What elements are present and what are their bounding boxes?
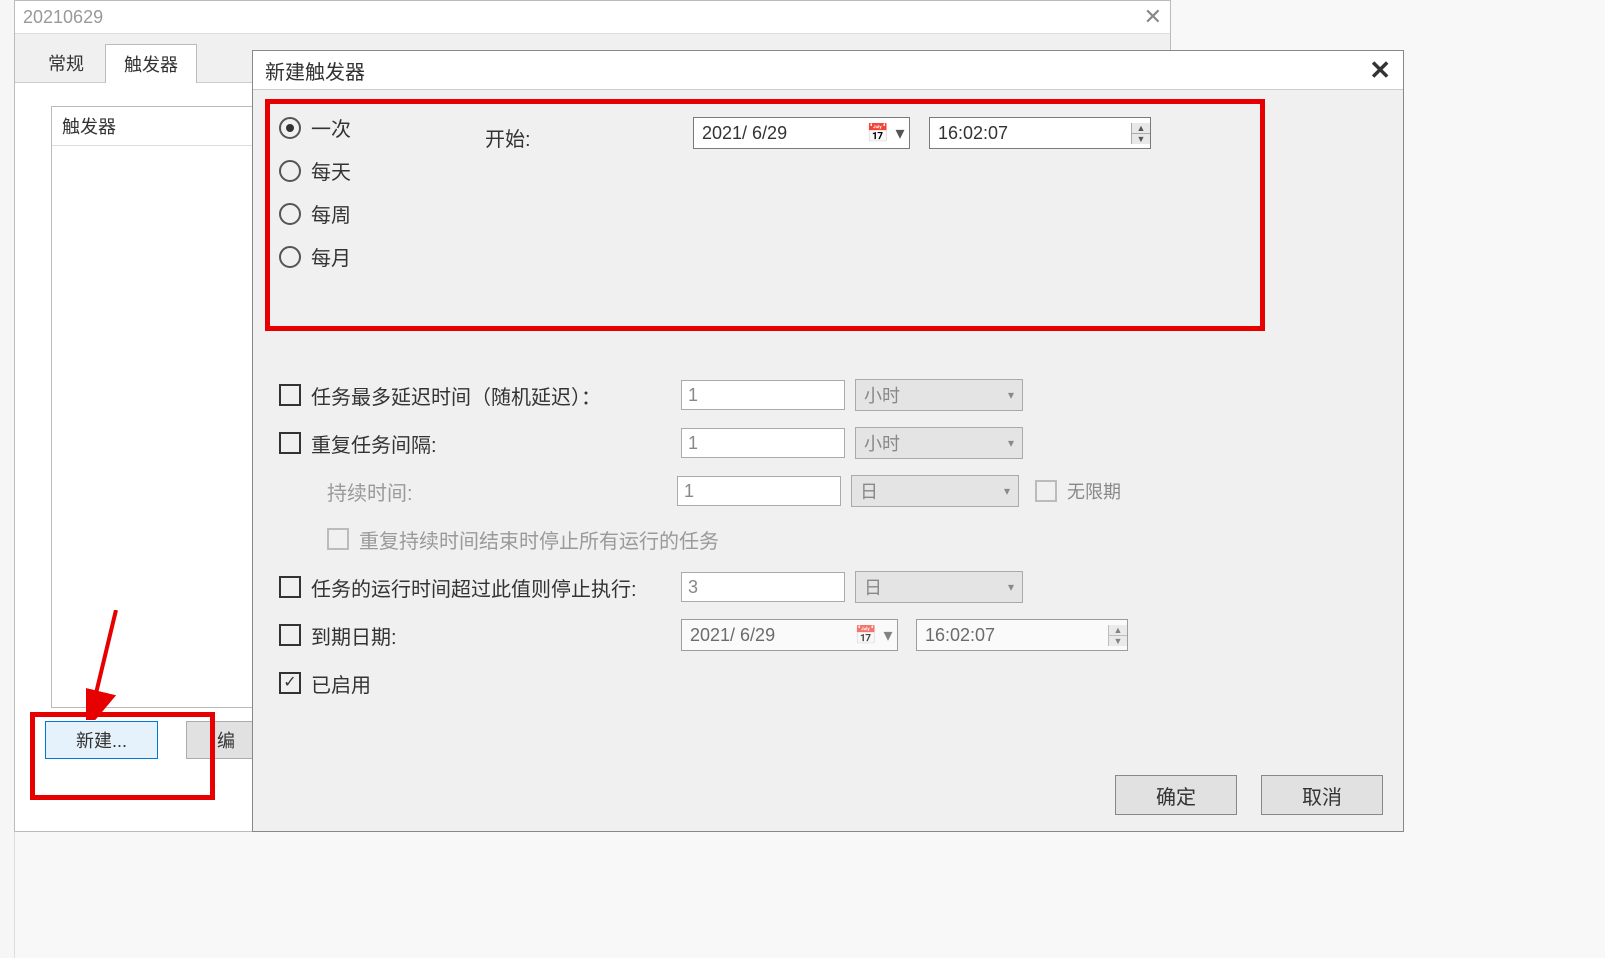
chevron-down-icon: ▾ [1004,484,1010,498]
close-icon[interactable]: ✕ [1369,55,1391,86]
start-date-input[interactable]: 2021/ 6/29 📅 ▾ [693,117,910,149]
annotation-arrow-icon [86,610,126,720]
checkbox-stop-at-end[interactable] [327,528,349,550]
chevron-down-icon: ▾ [1008,388,1014,402]
annotation-highlight-new [30,712,215,800]
radio-icon [279,117,301,139]
opt-random-delay: 任务最多延迟时间（随机延迟）： 1 小时 ▾ [279,371,1389,419]
start-label: 开始: [485,123,531,152]
expire-date-input[interactable]: 2021/ 6/29 📅 ▾ [681,619,898,651]
radio-weekly[interactable]: 每周 [279,199,351,228]
opt-stop-longer: 任务的运行时间超过此值则停止执行: 3 日▾ [279,563,1389,611]
radio-once[interactable]: 一次 [279,113,351,142]
ok-button[interactable]: 确定 [1115,775,1237,815]
opt-expire: 到期日期: 2021/ 6/29 📅 ▾ 16:02:07 ▲▼ [279,611,1389,659]
screen: 20210629 ✕ 常规 触发器 触发器 新建... 编 新建触发器 ✕ 一次… [0,0,1605,958]
time-value: 16:02:07 [930,123,1131,144]
opt-label: 任务最多延迟时间（随机延迟）： [311,381,681,410]
unlimited-label: 无限期 [1067,478,1121,504]
chevron-down-icon: ▾ [891,123,909,144]
checkbox-random-delay[interactable] [279,384,301,406]
unit-text: 小时 [864,430,900,456]
radio-label: 每天 [311,156,351,185]
parent-titlebar: 20210629 ✕ [15,1,1170,34]
opt-label: 已启用 [311,669,371,698]
chevron-down-icon: ▾ [1008,436,1014,450]
new-trigger-dialog: 新建触发器 ✕ 一次 每天 每周 每月 开始: 2021/ 6/29 📅 ▾ 1… [252,50,1404,832]
duration-unit[interactable]: 日▾ [851,475,1019,507]
chevron-down-icon: ▾ [879,625,897,646]
chevron-down-icon: ▾ [1008,580,1014,594]
unit-text: 日 [864,574,882,600]
checkbox-unlimited [1035,480,1057,502]
radio-icon [279,203,301,225]
unit-text: 小时 [864,382,900,408]
date-value: 2021/ 6/29 [694,123,865,144]
repeat-unit[interactable]: 小时 ▾ [855,427,1023,459]
radio-label: 每月 [311,242,351,271]
opt-stop-at-end: 重复持续时间结束时停止所有运行的任务 [279,515,1389,563]
opt-duration: 持续时间: 1 日▾ 无限期 [279,467,1389,515]
radio-icon [279,246,301,268]
spinner-icon[interactable]: ▲▼ [1108,625,1127,646]
opt-enabled: 已启用 [279,659,1389,707]
calendar-icon: 📅 [853,625,879,646]
left-edge-strip [0,0,15,958]
checkbox-repeat[interactable] [279,432,301,454]
radio-label: 每周 [311,199,351,228]
radio-monthly[interactable]: 每月 [279,242,351,271]
parent-title-text: 20210629 [23,7,103,28]
opt-label: 到期日期: [311,621,681,650]
opt-unlimited[interactable]: 无限期 [1035,478,1121,504]
expire-time-input[interactable]: 16:02:07 ▲▼ [916,619,1128,651]
stop-longer-unit[interactable]: 日▾ [855,571,1023,603]
radio-label: 一次 [311,113,351,142]
cancel-button[interactable]: 取消 [1261,775,1383,815]
stop-longer-value[interactable]: 3 [681,572,845,602]
checkbox-enabled[interactable] [279,672,301,694]
radio-daily[interactable]: 每天 [279,156,351,185]
new-trigger-title: 新建触发器 [265,56,365,85]
close-icon[interactable]: ✕ [1144,4,1162,30]
repeat-value[interactable]: 1 [681,428,845,458]
trigger-list-header: 触发器 [52,107,272,146]
opt-label: 重复任务间隔: [311,429,681,458]
schedule-radios: 一次 每天 每周 每月 [279,113,351,285]
checkbox-stop-longer[interactable] [279,576,301,598]
spinner-icon[interactable]: ▲▼ [1131,123,1150,144]
checkbox-expire[interactable] [279,624,301,646]
tab-triggers[interactable]: 触发器 [105,44,197,83]
opt-label: 持续时间: [327,477,677,506]
tab-general[interactable]: 常规 [29,43,103,82]
date-value: 2021/ 6/29 [682,625,853,646]
duration-value[interactable]: 1 [677,476,841,506]
random-delay-value[interactable]: 1 [681,380,845,410]
dialog-footer: 确定 取消 [1115,775,1383,815]
radio-icon [279,160,301,182]
start-time-input[interactable]: 16:02:07 ▲▼ [929,117,1151,149]
opt-label: 重复持续时间结束时停止所有运行的任务 [359,525,719,554]
opt-label: 任务的运行时间超过此值则停止执行: [311,573,681,602]
random-delay-unit[interactable]: 小时 ▾ [855,379,1023,411]
calendar-icon: 📅 [865,123,891,144]
advanced-options: 任务最多延迟时间（随机延迟）： 1 小时 ▾ 重复任务间隔: 1 小时 ▾ 持续时间… [279,371,1389,707]
time-value: 16:02:07 [917,625,1108,646]
opt-repeat: 重复任务间隔: 1 小时 ▾ [279,419,1389,467]
unit-text: 日 [860,478,878,504]
new-trigger-titlebar: 新建触发器 ✕ [253,51,1403,90]
trigger-list-panel: 触发器 [51,106,273,708]
